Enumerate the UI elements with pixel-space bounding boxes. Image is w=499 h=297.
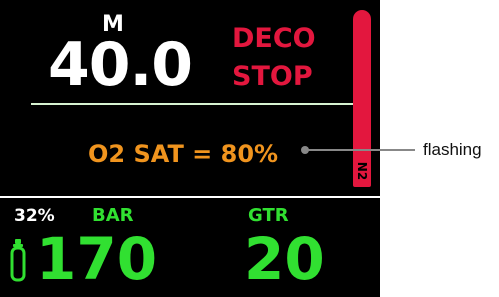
depth-value: 40.0 [48,30,193,100]
deco-stop-line-1: DECO [232,23,316,54]
top-divider [31,103,353,105]
page: M 40.0 DECO STOP N2 O2 SAT = 80% 32% BAR… [0,0,499,297]
bar-pressure-value: 170 [36,225,158,293]
gtr-value: 20 [244,225,325,293]
o2-saturation-warning: O2 SAT = 80% [88,140,279,168]
gtr-label: GTR [248,205,289,226]
o2-percent-label: 32% [14,206,55,226]
bottom-divider [0,196,380,198]
callout-line [305,149,415,151]
gas-cylinder-icon [10,239,26,282]
bar-label: BAR [92,205,134,226]
callout-label: flashing [423,140,482,159]
n2-label: N2 [355,161,369,181]
deco-stop-line-2: STOP [232,61,313,92]
